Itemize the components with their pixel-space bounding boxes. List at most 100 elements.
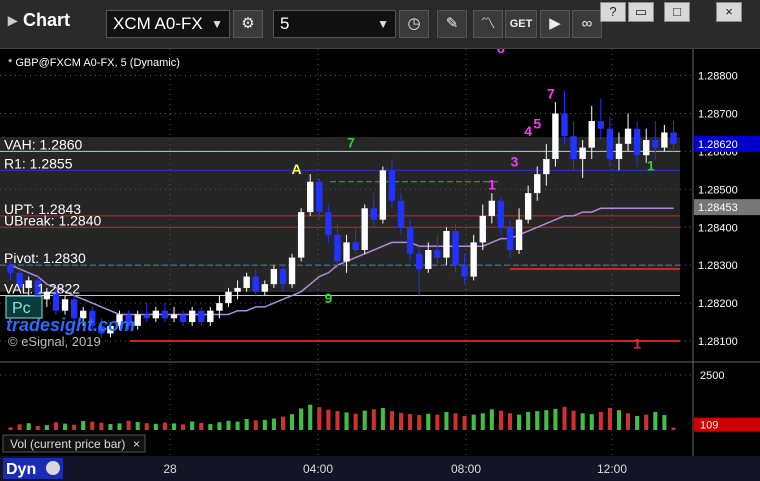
- level-label: VAL: 1.2822: [4, 281, 80, 297]
- candle-body: [606, 128, 614, 159]
- maximize-icon: □: [673, 4, 681, 19]
- current-volume-label: 109: [700, 420, 718, 432]
- settings-button[interactable]: ⚙: [233, 10, 263, 38]
- ma-price-label: 1.28453: [698, 202, 738, 214]
- candle-body: [361, 208, 368, 251]
- candle-body: [388, 170, 396, 201]
- interval-value: 5: [280, 14, 290, 33]
- dyn-label: Dyn: [6, 461, 36, 478]
- candle-body: [633, 128, 641, 156]
- symbol-select[interactable]: XCM A0-FX ▼: [106, 10, 230, 38]
- candle-body: [334, 234, 341, 262]
- candle-body: [198, 310, 205, 323]
- chart-icon: ▸: [8, 10, 18, 30]
- link-button[interactable]: ∞: [572, 10, 602, 38]
- chart-area[interactable]: A7891113457 VAH: 1.2860R1: 1.2855UPT: 1.…: [0, 49, 760, 481]
- candle-body: [370, 208, 377, 220]
- price-tick-label: 1.28400: [698, 222, 738, 234]
- candle-body: [588, 121, 595, 148]
- candle-body: [561, 113, 568, 137]
- candle-body: [207, 310, 214, 323]
- chevron-down-icon: ▼: [377, 17, 389, 31]
- annotation-label: 4: [524, 123, 532, 139]
- annotation-label: 8: [497, 49, 505, 56]
- maximize-button[interactable]: □: [664, 2, 690, 22]
- candle-body: [216, 303, 223, 311]
- link-icon: ∞: [581, 15, 593, 32]
- candle-body: [252, 276, 259, 292]
- price-tick-label: 1.28200: [698, 298, 738, 310]
- gear-icon: ⚙: [241, 15, 255, 32]
- candle-body: [515, 219, 523, 251]
- studies-button[interactable]: 〽: [473, 10, 503, 38]
- symbol-value: XCM A0-FX: [113, 14, 203, 33]
- candle-body: [443, 231, 450, 258]
- candle-body: [416, 253, 423, 269]
- candle-body: [297, 212, 305, 258]
- line-chart-icon: 〽: [480, 15, 496, 32]
- volume-close-icon[interactable]: ×: [133, 437, 140, 451]
- candle-body: [579, 147, 586, 159]
- level-label: VAH: 1.2860: [4, 136, 83, 152]
- candle-body: [461, 265, 468, 277]
- candle-body: [379, 170, 387, 220]
- help-button[interactable]: ?: [600, 2, 626, 22]
- draw-button[interactable]: ✎: [437, 10, 467, 38]
- level-label: Pivot: 1.2830: [4, 250, 86, 266]
- candle-body: [543, 158, 550, 175]
- get-label: GET: [509, 18, 533, 30]
- candle-body: [670, 132, 677, 144]
- candle-body: [143, 314, 150, 319]
- candle-body: [261, 284, 268, 292]
- lock-icon[interactable]: [46, 461, 60, 475]
- annotation-label: 1: [647, 157, 655, 173]
- annotation-label: 1: [488, 176, 496, 192]
- candle-body: [343, 242, 350, 262]
- candle-body: [152, 310, 160, 319]
- candle-body: [307, 181, 314, 213]
- volume-bars: [8, 404, 676, 430]
- price-tick-label: 1.28500: [698, 184, 738, 196]
- annotation-label: 3: [511, 154, 519, 170]
- candle-body: [316, 181, 323, 213]
- candle-body: [452, 231, 459, 266]
- candle-body: [552, 113, 559, 159]
- candle-body: [652, 140, 659, 148]
- time-button[interactable]: ◷: [399, 10, 429, 38]
- annotation-label: 7: [347, 135, 355, 151]
- pencil-icon: ✎: [445, 15, 459, 32]
- candle-body: [234, 287, 241, 292]
- candle-body: [643, 140, 650, 156]
- candle-body: [506, 227, 514, 251]
- clock-icon: ◷: [407, 15, 421, 32]
- play-button[interactable]: ▶: [540, 10, 570, 38]
- candle-body: [397, 200, 405, 228]
- candle-body: [352, 242, 359, 251]
- candle-body: [61, 299, 69, 311]
- candle-body: [479, 215, 486, 243]
- candle-body: [270, 268, 278, 285]
- candle-body: [406, 227, 414, 254]
- price-tick-label: 1.28800: [698, 71, 738, 83]
- annotation-label: 1: [633, 336, 641, 352]
- chevron-down-icon: ▼: [211, 17, 223, 31]
- price-tick-label: 1.28700: [698, 108, 738, 120]
- minimize-button[interactable]: ▭: [628, 2, 654, 22]
- help-icon: ?: [609, 4, 617, 19]
- play-icon: ▶: [549, 15, 561, 32]
- annotation-label: 7: [547, 85, 555, 101]
- time-axis-bg: [0, 456, 760, 481]
- candle-body: [597, 121, 604, 129]
- close-button[interactable]: ×: [716, 2, 742, 22]
- candle-body: [661, 132, 668, 148]
- annotation-label: 9: [324, 290, 332, 306]
- chart-header: * GBP@FXCM A0-FX, 5 (Dynamic): [8, 57, 180, 69]
- price-axis[interactable]: 1.288001.287001.286001.285001.284001.283…: [694, 71, 760, 348]
- candle-body: [570, 136, 577, 159]
- get-button[interactable]: GET: [505, 10, 537, 38]
- interval-select[interactable]: 5 ▼: [273, 10, 396, 38]
- candle-body: [470, 242, 477, 277]
- candle-body: [243, 276, 250, 288]
- price-tick-label: 1.28100: [698, 336, 738, 348]
- annotation-label: 5: [533, 116, 541, 132]
